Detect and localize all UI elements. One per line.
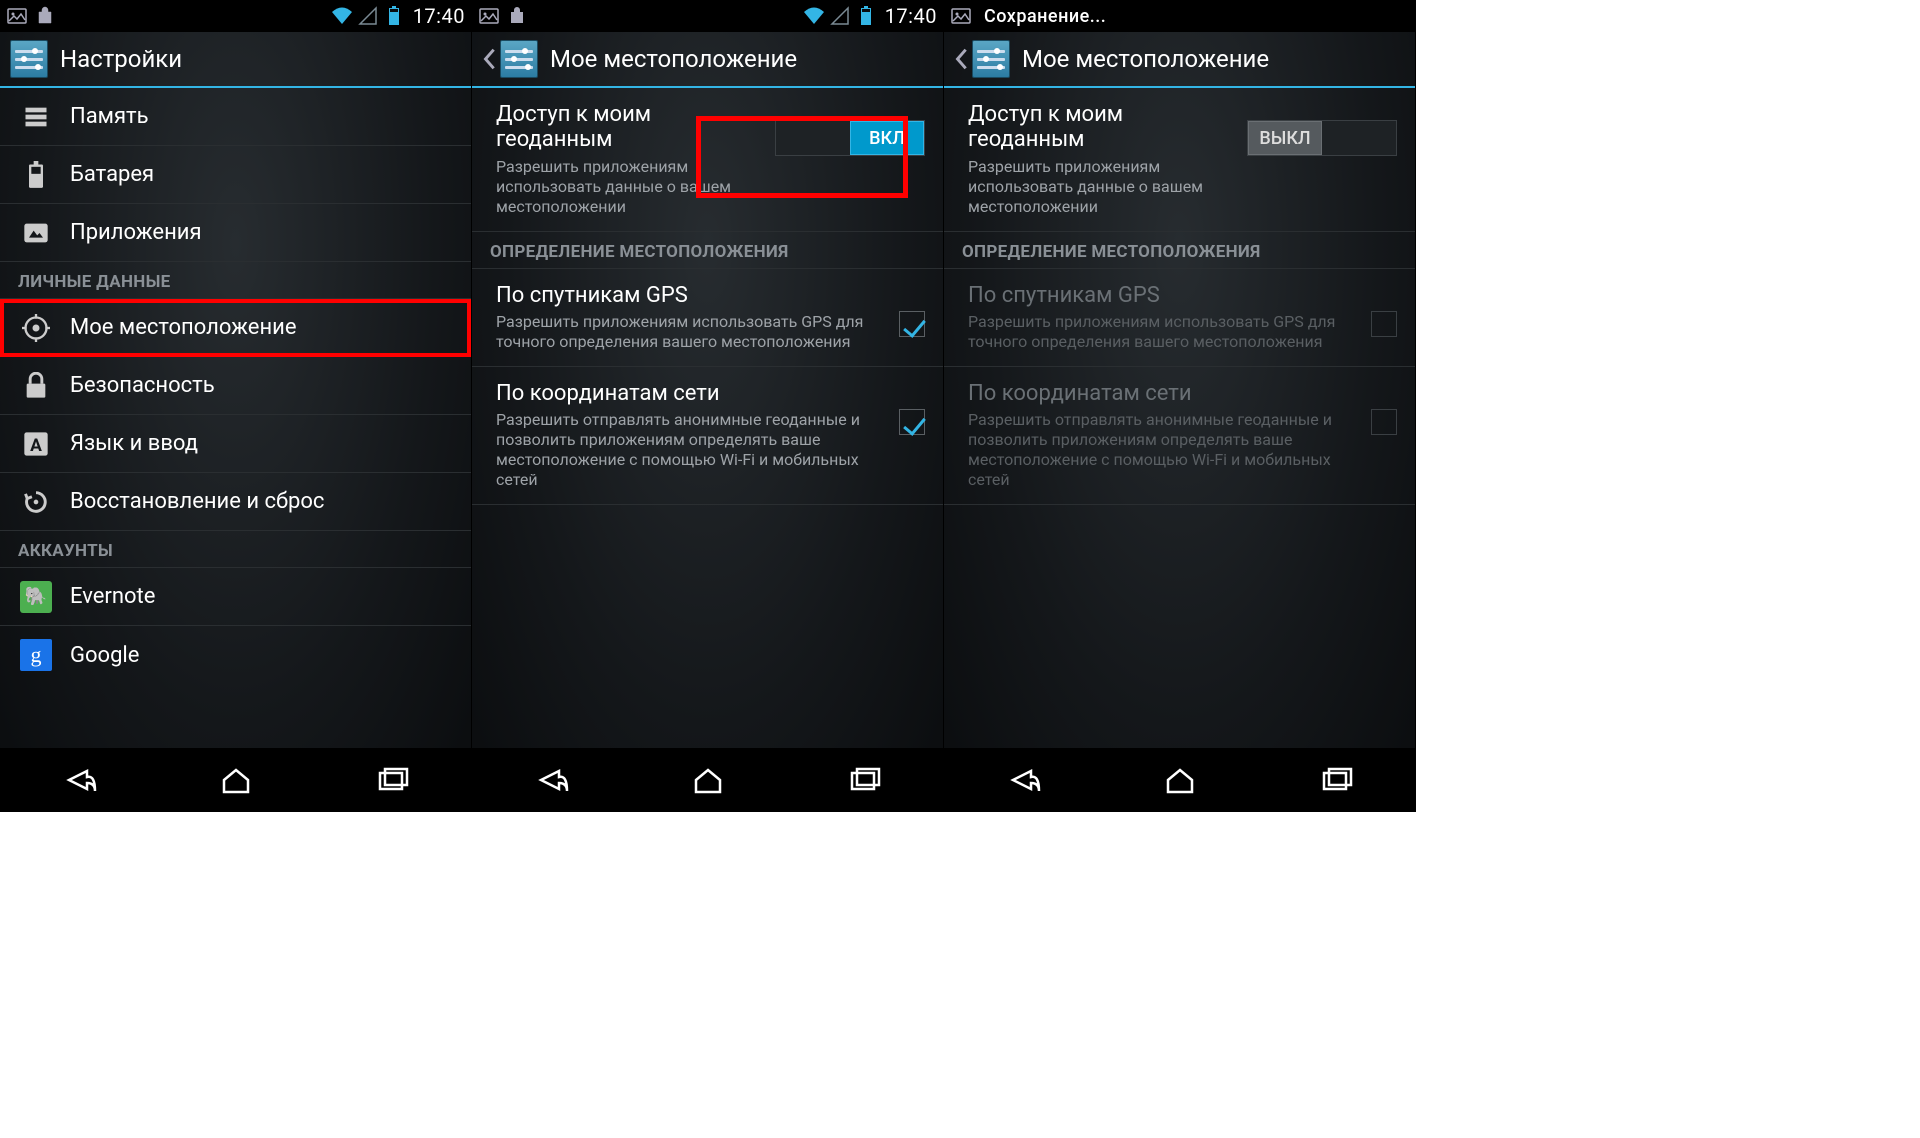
- settings-item-language[interactable]: A Язык и ввод: [0, 415, 471, 473]
- nav-home[interactable]: [668, 758, 748, 802]
- settings-item-google[interactable]: g Google: [0, 626, 471, 684]
- page-title: Мое местоположение: [550, 45, 797, 73]
- page-title: Настройки: [60, 45, 182, 73]
- setting-gps[interactable]: По спутникам GPS Разрешить приложениям и…: [472, 269, 943, 367]
- settings-icon: [500, 40, 538, 78]
- setting-network[interactable]: По координатам сети Разрешить отправлять…: [472, 367, 943, 505]
- svg-text:A: A: [30, 436, 42, 456]
- nav-home[interactable]: [1140, 758, 1220, 802]
- setting-subtitle: Разрешить отправлять анонимные геоданные…: [496, 410, 887, 490]
- phone-screen-location-on: 17:40 Мое местоположение Доступ к моим г…: [472, 0, 944, 812]
- gps-checkbox: [1371, 311, 1397, 337]
- setting-title: По спутникам GPS: [496, 283, 887, 308]
- lock-icon: [20, 370, 52, 402]
- page-title: Мое местоположение: [1022, 45, 1269, 73]
- settings-item-backup[interactable]: Восстановление и сброс: [0, 473, 471, 531]
- nav-recent[interactable]: [1297, 758, 1377, 802]
- section-personal: ЛИЧНЫЕ ДАННЫЕ: [0, 262, 471, 299]
- shop-icon: [34, 5, 56, 27]
- section-accounts: АККАУНТЫ: [0, 531, 471, 568]
- header[interactable]: Мое местоположение: [472, 32, 943, 88]
- back-caret-icon: [482, 45, 496, 73]
- phone-screen-settings: 17:40 Настройки Память Батарея Приложени…: [0, 0, 472, 812]
- signal-icon: [829, 5, 851, 27]
- settings-item-battery[interactable]: Батарея: [0, 146, 471, 204]
- settings-icon: [10, 40, 48, 78]
- apps-icon: [20, 217, 52, 249]
- settings-list: Память Батарея Приложения ЛИЧНЫЕ ДАННЫЕ …: [0, 88, 471, 684]
- setting-title: По координатам сети: [968, 381, 1359, 406]
- nav-back[interactable]: [511, 758, 591, 802]
- back-caret-icon: [954, 45, 968, 73]
- setting-title: Доступ к моим геоданным: [968, 102, 1235, 153]
- setting-location-access[interactable]: Доступ к моим геоданным Разрешить прилож…: [944, 88, 1415, 232]
- storage-icon: [20, 101, 52, 133]
- header: Настройки: [0, 32, 471, 88]
- wifi-icon: [803, 5, 825, 27]
- header[interactable]: Мое местоположение: [944, 32, 1415, 88]
- network-checkbox: [1371, 409, 1397, 435]
- network-checkbox[interactable]: [899, 409, 925, 435]
- status-bar: 17:40: [0, 0, 471, 32]
- setting-subtitle: Разрешить приложениям использовать GPS д…: [496, 312, 887, 352]
- settings-item-apps[interactable]: Приложения: [0, 204, 471, 262]
- settings-item-storage[interactable]: Память: [0, 88, 471, 146]
- status-clock: 17:40: [885, 4, 937, 28]
- section-sources: ОПРЕДЕЛЕНИЕ МЕСТОПОЛОЖЕНИЯ: [944, 232, 1415, 269]
- battery-icon: [383, 5, 405, 27]
- status-clock: 17:40: [413, 4, 465, 28]
- nav-bar: [0, 748, 471, 812]
- signal-icon: [357, 5, 379, 27]
- setting-subtitle: Разрешить приложениям использовать данны…: [968, 157, 1235, 217]
- settings-icon: [972, 40, 1010, 78]
- nav-home[interactable]: [196, 758, 276, 802]
- gps-checkbox[interactable]: [899, 311, 925, 337]
- saving-text: Сохранение...: [984, 6, 1106, 27]
- setting-network: По координатам сети Разрешить отправлять…: [944, 367, 1415, 505]
- image-icon: [478, 5, 500, 27]
- settings-item-evernote[interactable]: 🐘 Evernote: [0, 568, 471, 626]
- location-toggle[interactable]: ВКЛ: [775, 120, 925, 156]
- settings-item-security[interactable]: Безопасность: [0, 357, 471, 415]
- nav-bar: [944, 748, 1415, 812]
- battery-icon: [855, 5, 877, 27]
- setting-location-access[interactable]: Доступ к моим геоданным Разрешить прилож…: [472, 88, 943, 232]
- setting-title: По спутникам GPS: [968, 283, 1359, 308]
- setting-gps: По спутникам GPS Разрешить приложениям и…: [944, 269, 1415, 367]
- nav-bar: [472, 748, 943, 812]
- wifi-icon: [331, 5, 353, 27]
- setting-subtitle: Разрешить приложениям использовать данны…: [496, 157, 763, 217]
- google-icon: g: [20, 639, 52, 671]
- location-icon: [20, 312, 52, 344]
- setting-subtitle: Разрешить отправлять анонимные геоданные…: [968, 410, 1359, 490]
- shop-icon: [506, 5, 528, 27]
- phone-screen-location-off: Сохранение... Мое местоположение Доступ …: [944, 0, 1416, 812]
- section-sources: ОПРЕДЕЛЕНИЕ МЕСТОПОЛОЖЕНИЯ: [472, 232, 943, 269]
- setting-subtitle: Разрешить приложениям использовать GPS д…: [968, 312, 1359, 352]
- location-toggle[interactable]: ВЫКЛ: [1247, 120, 1397, 156]
- setting-title: Доступ к моим геоданным: [496, 102, 763, 153]
- settings-item-location[interactable]: Мое местоположение: [0, 299, 471, 357]
- nav-back[interactable]: [39, 758, 119, 802]
- evernote-icon: 🐘: [20, 581, 52, 613]
- battery-menu-icon: [20, 159, 52, 191]
- nav-recent[interactable]: [353, 758, 433, 802]
- restore-icon: [20, 486, 52, 518]
- nav-recent[interactable]: [825, 758, 905, 802]
- image-icon: [950, 5, 972, 27]
- setting-title: По координатам сети: [496, 381, 887, 406]
- language-icon: A: [20, 428, 52, 460]
- image-icon: [6, 5, 28, 27]
- nav-back[interactable]: [983, 758, 1063, 802]
- status-bar: Сохранение...: [944, 0, 1415, 32]
- status-bar: 17:40: [472, 0, 943, 32]
